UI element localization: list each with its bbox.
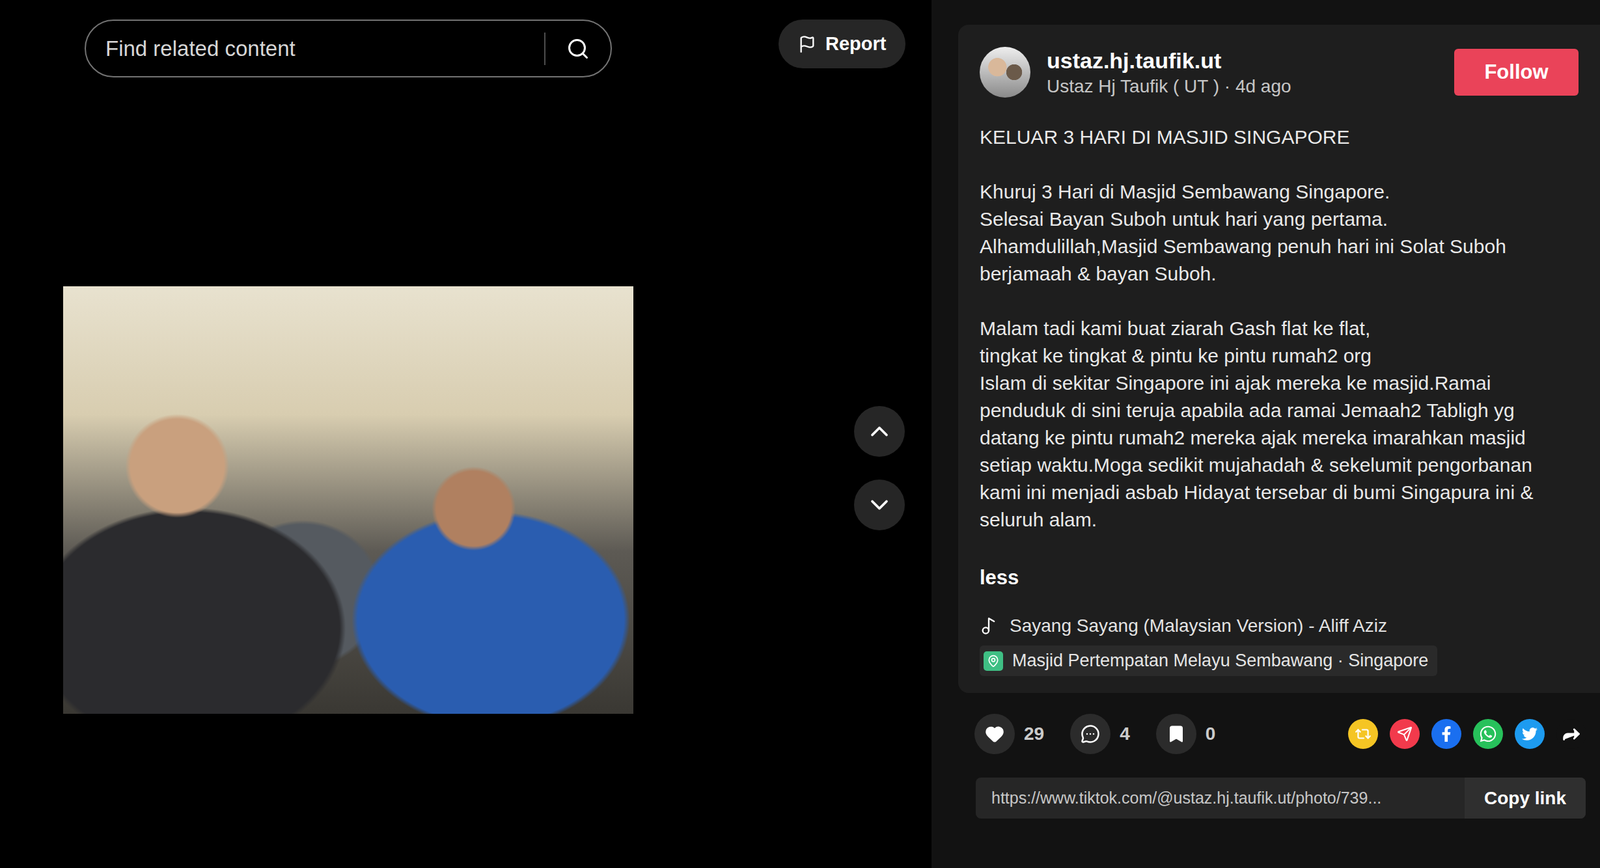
whatsapp-button[interactable] (1473, 719, 1504, 750)
send-icon (1396, 726, 1413, 743)
flag-icon (798, 35, 817, 54)
search-divider (544, 32, 546, 66)
link-url: https://www.tiktok.com/@ustaz.hj.taufik.… (975, 788, 1465, 808)
save-action[interactable]: 0 (1156, 714, 1216, 755)
whatsapp-icon (1478, 725, 1498, 744)
action-row: 29 4 0 (958, 693, 1600, 755)
post-card: ustaz.hj.taufik.utUstaz Hj Taufik ( UT )… (958, 24, 1600, 694)
description-paragraph: Malam tadi kami buat ziarah Gash flat ke… (979, 315, 1579, 534)
facebook-button[interactable] (1431, 719, 1462, 750)
send-button[interactable] (1389, 719, 1420, 750)
bookmark-icon (1166, 724, 1187, 745)
search-icon (566, 37, 590, 61)
next-button[interactable] (854, 479, 905, 531)
action-count: 29 (1023, 723, 1045, 745)
avatar[interactable] (979, 46, 1031, 98)
repost-icon (1354, 725, 1372, 743)
action-count: 0 (1205, 723, 1216, 745)
top-bar: Find related content Report (0, 0, 932, 78)
pin-icon (986, 654, 1000, 668)
heart-icon (984, 724, 1005, 745)
description: KELUAR 3 HARI DI MASJID SINGAPORE Khuruj … (979, 123, 1579, 534)
author-meta: Ustaz Hj Taufik ( UT ) · 4d ago (1046, 76, 1292, 97)
action-button[interactable] (1156, 714, 1197, 755)
chevron-down-icon (865, 490, 894, 520)
description-paragraph: Khuruj 3 Hari di Masjid Sembawang Singap… (979, 178, 1579, 288)
page: Find related content Report ustaz.hj.taufi… (0, 0, 1600, 868)
action-button[interactable] (974, 714, 1015, 755)
share-icon (1560, 723, 1583, 746)
chevron-up-icon (865, 417, 894, 446)
action-button[interactable] (1070, 714, 1111, 755)
follow-button[interactable]: Follow (1454, 48, 1579, 96)
viewer: Find related content Report (0, 0, 932, 868)
author-header: ustaz.hj.taufik.utUstaz Hj Taufik ( UT )… (979, 46, 1579, 98)
twitter-button[interactable] (1514, 719, 1545, 750)
stage (0, 77, 932, 715)
report-button[interactable]: Report (778, 19, 906, 69)
post-photo (63, 286, 634, 715)
author-info: ustaz.hj.taufik.utUstaz Hj Taufik ( UT )… (1046, 48, 1292, 97)
twitter-icon (1521, 726, 1538, 743)
search-button[interactable] (545, 37, 611, 61)
repost-button[interactable] (1348, 719, 1379, 750)
facebook-icon (1438, 726, 1455, 743)
less-toggle[interactable]: less (979, 566, 1579, 590)
like-action[interactable]: 29 (974, 714, 1045, 755)
share-button[interactable] (1556, 719, 1587, 750)
link-field[interactable]: https://www.tiktok.com/@ustaz.hj.taufik.… (975, 777, 1586, 819)
search-field[interactable]: Find related content (84, 19, 612, 78)
username[interactable]: ustaz.hj.taufik.ut (1046, 48, 1292, 74)
nav-arrows (854, 406, 905, 531)
action-count: 4 (1119, 723, 1131, 745)
previous-button[interactable] (854, 406, 905, 457)
comment-icon (1080, 724, 1101, 745)
location-chip[interactable]: Masjid Pertempatan Melayu Sembawang · Si… (979, 645, 1438, 677)
share-row (1348, 719, 1587, 750)
search-placeholder: Find related content (105, 36, 545, 62)
music-icon (979, 617, 998, 636)
copy-link-button[interactable]: Copy link (1464, 777, 1586, 819)
location-badge (983, 651, 1004, 672)
description-paragraph: KELUAR 3 HARI DI MASJID SINGAPORE (979, 123, 1579, 152)
side-panel: ustaz.hj.taufik.utUstaz Hj Taufik ( UT )… (931, 0, 1600, 868)
comment-action[interactable]: 4 (1070, 714, 1131, 755)
music-link[interactable]: Sayang Sayang (Malaysian Version) - Alif… (979, 615, 1579, 637)
